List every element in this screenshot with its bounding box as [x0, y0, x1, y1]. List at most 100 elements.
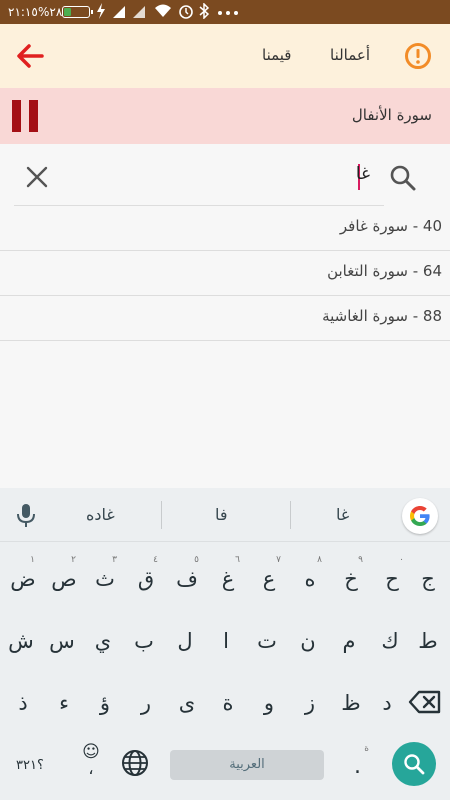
backspace-icon[interactable] — [408, 685, 442, 719]
now-playing-bar: سورة الأنفال — [0, 88, 450, 144]
list-item-label: 64 - سورة التغابن — [327, 262, 442, 280]
key-6[interactable]: ا — [209, 618, 243, 664]
search-field[interactable]: غا — [14, 148, 384, 206]
key-1[interactable]: ض١ — [6, 555, 40, 602]
key-label: ظ — [341, 691, 361, 715]
key-label: ف — [176, 567, 198, 591]
suggestion-2[interactable]: فا — [215, 505, 228, 524]
key-label: ن — [300, 629, 316, 653]
key-4[interactable]: ر — [129, 680, 163, 726]
key-label: ك — [381, 629, 399, 653]
pause-icon[interactable] — [12, 100, 38, 132]
key-label: م — [342, 629, 356, 653]
key-label: ة — [222, 691, 234, 715]
key-7[interactable]: و — [252, 680, 286, 726]
key-label: ق — [137, 567, 155, 591]
google-logo-icon[interactable] — [402, 498, 438, 534]
key-2[interactable]: س — [45, 618, 79, 664]
battery-percent: %٢٨ — [38, 5, 63, 19]
key-2[interactable]: ء — [47, 680, 81, 726]
key-7[interactable]: ع٧ — [252, 555, 286, 602]
key-hint: ١ — [30, 555, 35, 565]
key-10[interactable]: د — [370, 680, 404, 726]
arrow-left-icon[interactable] — [14, 40, 46, 72]
key-3[interactable]: ؤ — [88, 680, 122, 726]
key-label: ا — [223, 629, 229, 653]
bluetooth-icon — [199, 3, 210, 19]
battery-icon — [62, 6, 93, 18]
results-list: 40 - سورة غافر 64 - سورة التغابن 88 - سو… — [0, 206, 450, 341]
exclamation-circle-icon[interactable] — [404, 42, 432, 70]
signal-icon — [133, 6, 145, 18]
period-hint: ة — [364, 744, 369, 754]
close-icon[interactable] — [24, 164, 50, 190]
key-hint: ٤ — [153, 555, 158, 565]
symbols-key[interactable]: ؟٣٢١ — [16, 758, 44, 773]
list-item[interactable]: 40 - سورة غافر — [0, 206, 450, 251]
key-label: غ — [221, 567, 235, 591]
app-bar: قيمنا أعمالنا — [0, 24, 450, 88]
key-label: ل — [177, 629, 193, 653]
key-label: ه — [304, 567, 316, 591]
key-10[interactable]: ك — [373, 618, 407, 664]
key-label: ز — [304, 691, 316, 715]
period-key[interactable]: ة . — [344, 744, 374, 784]
key-9[interactable]: م — [332, 618, 366, 664]
key-label: س — [49, 629, 75, 653]
now-playing-title: سورة الأنفال — [351, 106, 432, 124]
key-label: ع — [262, 567, 276, 591]
keyboard-search-button[interactable] — [392, 742, 436, 786]
key-3[interactable]: ي — [86, 618, 120, 664]
list-item[interactable]: 88 - سورة الغاشية — [0, 296, 450, 341]
key-4[interactable]: ق٤ — [129, 555, 163, 602]
key-label: ي — [94, 629, 112, 653]
suggestion-bar: غاده فا غا — [0, 488, 450, 542]
key-4[interactable]: ب — [127, 618, 161, 664]
key-1[interactable]: ذ — [6, 680, 40, 726]
menu-link-works[interactable]: أعمالنا — [330, 46, 370, 64]
key-3[interactable]: ث٣ — [88, 555, 122, 602]
key-5[interactable]: ى — [170, 680, 204, 726]
key-hint: ٥ — [194, 555, 199, 565]
key-11[interactable]: ج — [411, 556, 445, 602]
key-2[interactable]: ص٢ — [47, 555, 81, 602]
microphone-icon[interactable] — [14, 502, 38, 528]
key-6[interactable]: ة — [211, 680, 245, 726]
globe-icon[interactable] — [120, 748, 150, 778]
key-8[interactable]: ز — [293, 680, 327, 726]
soft-keyboard: غاده فا غا ض١ص٢ث٣ق٤ف٥غ٦ع٧ه٨خ٩ح٠ج شسيبلات… — [0, 488, 450, 800]
key-6[interactable]: غ٦ — [211, 555, 245, 602]
key-label: ص — [51, 567, 77, 591]
key-10[interactable]: ح٠ — [375, 555, 409, 602]
suggestion-1[interactable]: غا — [336, 505, 349, 524]
wifi-icon — [155, 4, 171, 17]
key-8[interactable]: ن — [291, 618, 325, 664]
list-item-label: 88 - سورة الغاشية — [322, 307, 442, 325]
key-label: ش — [8, 629, 34, 653]
key-5[interactable]: ف٥ — [170, 555, 204, 602]
key-label: ؤ — [99, 691, 111, 715]
search-icon[interactable] — [388, 163, 418, 193]
key-11[interactable]: ط — [411, 618, 445, 664]
status-time: ٢١:١٥ — [8, 5, 38, 19]
emoji-comma-key[interactable]: ☺ ، — [78, 742, 104, 788]
menu-link-values[interactable]: قيمنا — [262, 46, 291, 64]
key-5[interactable]: ل — [168, 618, 202, 664]
signal-icon — [113, 6, 125, 18]
key-label: ى — [178, 691, 196, 715]
key-1[interactable]: ش — [4, 618, 38, 664]
charging-icon — [97, 3, 105, 19]
key-label: ب — [134, 629, 154, 653]
key-7[interactable]: ت — [250, 618, 284, 664]
key-9[interactable]: ظ — [334, 680, 368, 726]
space-bar[interactable]: العربية — [170, 750, 324, 780]
divider — [290, 501, 291, 529]
search-input[interactable]: غا — [356, 164, 370, 184]
suggestion-3[interactable]: غاده — [86, 505, 115, 524]
key-8[interactable]: ه٨ — [293, 555, 327, 602]
key-label: ر — [140, 691, 152, 715]
key-label: د — [382, 691, 392, 715]
alarm-icon — [179, 5, 193, 19]
list-item[interactable]: 64 - سورة التغابن — [0, 251, 450, 296]
key-9[interactable]: خ٩ — [334, 555, 368, 602]
